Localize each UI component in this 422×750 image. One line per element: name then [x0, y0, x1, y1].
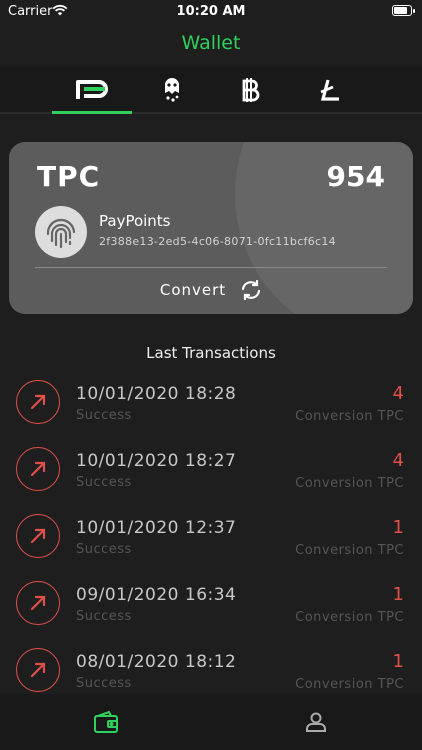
litecoin-icon	[320, 79, 339, 101]
transaction-amount: 1	[392, 651, 404, 672]
transactions-list: 10/01/2020 18:28 Success 4 Conversion TP…	[0, 372, 422, 694]
outgoing-arrow-icon	[16, 380, 60, 424]
tab-litecoin[interactable]	[290, 66, 370, 114]
nav-profile[interactable]	[302, 708, 330, 736]
transaction-date: 09/01/2020 16:34	[76, 585, 237, 605]
tab-paypoints[interactable]	[52, 66, 132, 114]
transaction-row[interactable]: 10/01/2020 12:37 Success 1 Conversion TP…	[0, 506, 422, 566]
transaction-row[interactable]: 09/01/2020 16:34 Success 1 Conversion TP…	[0, 573, 422, 633]
convert-button[interactable]: Convert	[9, 280, 413, 300]
tab-token[interactable]	[132, 66, 212, 114]
transaction-date: 08/01/2020 18:12	[76, 652, 237, 672]
transaction-status: Success	[76, 542, 132, 557]
card-divider	[35, 267, 387, 268]
transaction-amount: 4	[392, 383, 404, 404]
paypoints-icon	[76, 80, 108, 99]
refresh-icon	[242, 280, 261, 300]
transaction-date: 10/01/2020 18:28	[76, 384, 237, 404]
transaction-row[interactable]: 10/01/2020 18:28 Success 4 Conversion TP…	[0, 372, 422, 432]
clock: 10:20 AM	[176, 4, 246, 19]
transaction-amount: 1	[392, 517, 404, 538]
transaction-date: 10/01/2020 18:27	[76, 451, 237, 471]
transaction-date: 10/01/2020 12:37	[76, 518, 237, 538]
transaction-amount: 1	[392, 584, 404, 605]
bottom-nav	[0, 694, 422, 750]
currency-code: TPC	[37, 160, 101, 193]
page-title: Wallet	[181, 32, 241, 54]
currency-tabs	[0, 66, 422, 114]
transaction-amount: 4	[392, 450, 404, 471]
balance-amount: 954	[326, 160, 385, 193]
convert-label: Convert	[159, 281, 227, 299]
outgoing-arrow-icon	[16, 447, 60, 491]
transaction-type: Conversion TPC	[295, 610, 404, 625]
transaction-type: Conversion TPC	[295, 409, 404, 424]
fingerprint-icon	[35, 206, 87, 258]
wallet-card: TPC 954 PayPoints 2f388e13-2ed5-4c06-807…	[9, 142, 413, 314]
transaction-status: Success	[76, 408, 132, 423]
transactions-title: Last Transactions	[146, 344, 276, 362]
transaction-type: Conversion TPC	[295, 543, 404, 558]
bitcoin-icon	[242, 78, 260, 102]
transaction-type: Conversion TPC	[295, 677, 404, 692]
transaction-status: Success	[76, 676, 132, 691]
token-icon	[165, 78, 179, 102]
transaction-row[interactable]: 10/01/2020 18:27 Success 4 Conversion TP…	[0, 439, 422, 499]
transaction-status: Success	[76, 475, 132, 490]
transaction-type: Conversion TPC	[295, 476, 404, 491]
account-name: PayPoints	[99, 212, 171, 230]
wallet-icon	[94, 710, 118, 733]
outgoing-arrow-icon	[16, 581, 60, 625]
nav-wallet[interactable]	[92, 708, 120, 736]
transaction-row[interactable]: 08/01/2020 18:12 Success 1 Conversion TP…	[0, 640, 422, 694]
profile-icon	[306, 712, 326, 732]
transaction-status: Success	[76, 609, 132, 624]
outgoing-arrow-icon	[16, 514, 60, 558]
battery-icon	[392, 5, 415, 16]
account-id: 2f388e13-2ed5-4c06-8071-0fc11bcf6c14	[99, 235, 336, 248]
outgoing-arrow-icon	[16, 648, 60, 692]
status-bar: Carrier 10:20 AM	[0, 0, 422, 24]
tab-bitcoin[interactable]	[210, 66, 290, 114]
